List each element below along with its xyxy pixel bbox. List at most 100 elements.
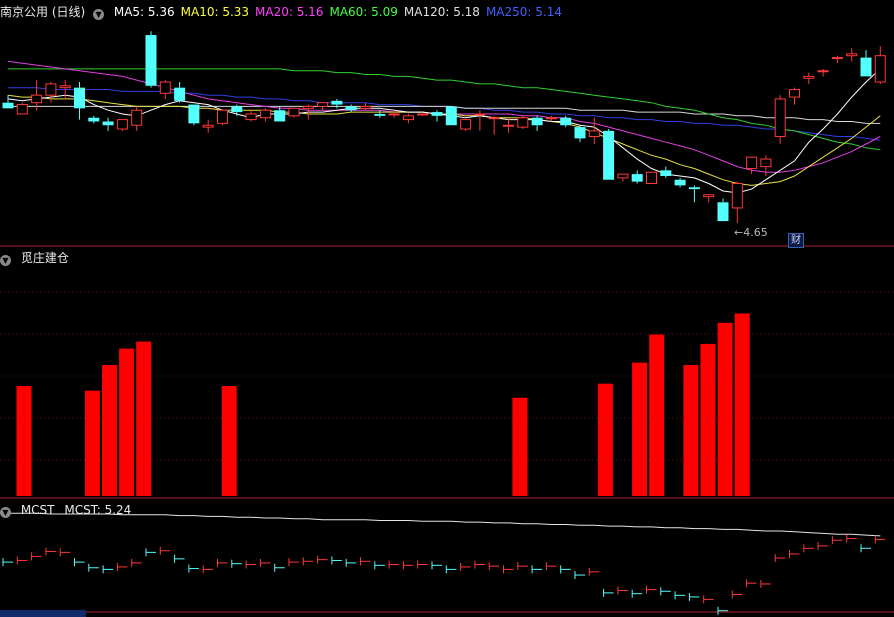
candle-body	[774, 98, 786, 138]
candle-body	[474, 113, 486, 116]
indicator-settings-icon[interactable]: ▼	[93, 9, 105, 20]
candle-body	[731, 183, 743, 209]
candle-body	[345, 106, 357, 111]
finance-badge-icon[interactable]: 财	[788, 233, 804, 248]
candle-body	[588, 130, 600, 138]
candle-body	[231, 106, 243, 113]
date-axis-strip	[0, 610, 86, 617]
jianzhang-bar	[119, 348, 135, 496]
candle-body	[860, 57, 872, 77]
candle-body	[746, 156, 758, 169]
candle-body	[831, 57, 843, 60]
candle-body	[789, 89, 800, 98]
jianzhang-bar	[717, 322, 733, 496]
indicator-settings-icon[interactable]: ▼	[0, 507, 11, 518]
jianzhang-bar	[734, 313, 750, 496]
candle-body	[688, 187, 700, 190]
candle-body	[874, 55, 886, 83]
low-price-value: 4.65	[743, 226, 768, 239]
candle-body	[131, 109, 143, 126]
jianzhang-bar	[632, 362, 648, 496]
candle-body	[531, 117, 543, 126]
candle-body	[317, 102, 329, 107]
candle-body	[188, 104, 200, 124]
candle-body	[159, 81, 171, 94]
ma5-line	[7, 68, 881, 194]
candle-body	[174, 87, 186, 101]
candle-body	[517, 117, 529, 128]
jianzhang-panel-header: ▼ 觅庄建仓	[0, 250, 75, 266]
candle-body	[417, 113, 429, 116]
candle-body	[217, 109, 228, 124]
candle-body	[660, 170, 672, 176]
candle-body	[431, 112, 443, 116]
ma-legend-item: MA20: 5.16	[255, 5, 324, 19]
candle-body	[145, 35, 157, 86]
jianzhang-bar	[102, 364, 117, 496]
candle-body	[274, 110, 286, 122]
candle-body	[560, 117, 572, 126]
candle-body	[646, 171, 657, 184]
candle-body	[460, 119, 472, 130]
candle-body	[59, 85, 71, 89]
candle-body	[631, 174, 643, 182]
candle-body	[2, 102, 14, 109]
ma-legend: MA5: 5.36 MA10: 5.33 MA20: 5.16 MA60: 5.09 M…	[114, 5, 568, 19]
candle-body	[603, 130, 615, 180]
candle-body	[388, 113, 400, 116]
candle-body	[717, 202, 729, 222]
candle-body	[574, 127, 586, 139]
ma-legend-item: MA60: 5.09	[329, 5, 398, 19]
candle-body	[288, 107, 300, 117]
candle-body	[803, 75, 815, 79]
mcst-panel-header: ▼ MCST MCST: 5.24	[0, 502, 137, 518]
jianzhang-title: 觅庄建仓	[20, 251, 69, 265]
candle-body	[102, 121, 114, 126]
jianzhang-bar	[84, 390, 100, 496]
candle-body	[45, 83, 57, 96]
indicator-settings-icon[interactable]: ▼	[0, 255, 11, 266]
candle-body	[259, 109, 271, 119]
stock-chart[interactable]	[0, 0, 894, 617]
jianzhang-bar	[683, 364, 699, 496]
candle-body	[445, 106, 457, 126]
mcst-line	[8, 512, 881, 537]
candle-body	[331, 100, 343, 105]
candle-body	[846, 53, 858, 57]
candle-body	[74, 87, 85, 109]
jianzhang-bar	[136, 341, 152, 496]
candle-body	[245, 113, 257, 121]
ma-legend-item: MA10: 5.33	[180, 5, 250, 19]
candle-body	[488, 117, 500, 120]
jianzhang-bar	[649, 334, 665, 496]
candle-body	[402, 115, 414, 121]
candle-body	[31, 94, 43, 104]
candle-body	[674, 179, 686, 186]
jianzhang-bar	[16, 386, 32, 496]
candle-body	[88, 117, 100, 122]
candle-body	[16, 104, 28, 115]
kline-panel-header: 南京公用 (日线) ▼ MA5: 5.36 MA10: 5.33 MA20: 5.1…	[0, 4, 574, 20]
jianzhang-bar	[512, 397, 528, 496]
ma-legend-item: MA120: 5.18	[403, 5, 480, 19]
candle-body	[817, 70, 829, 73]
candle-body	[302, 105, 314, 109]
candle-body	[374, 113, 386, 116]
ma-legend-item: MA5: 5.36	[113, 5, 175, 19]
jianzhang-bar	[221, 386, 237, 496]
candle-body	[360, 105, 371, 109]
ma-legend-item: MA250: 5.14	[485, 5, 562, 19]
candle-body	[202, 124, 214, 128]
stock-title: 南京公用 (日线)	[0, 5, 86, 19]
jianzhang-bar	[597, 383, 613, 496]
candle-body	[617, 173, 629, 179]
candle-body	[760, 158, 772, 168]
low-price-label: ←4.65	[734, 226, 768, 239]
candle-body	[116, 119, 128, 130]
candle-body	[503, 124, 514, 127]
mcst-title: MCST	[20, 503, 55, 517]
candle-body	[703, 194, 715, 198]
candle-body	[545, 117, 557, 120]
mcst-value: MCST: 5.24	[64, 503, 132, 517]
jianzhang-bar	[700, 343, 716, 496]
